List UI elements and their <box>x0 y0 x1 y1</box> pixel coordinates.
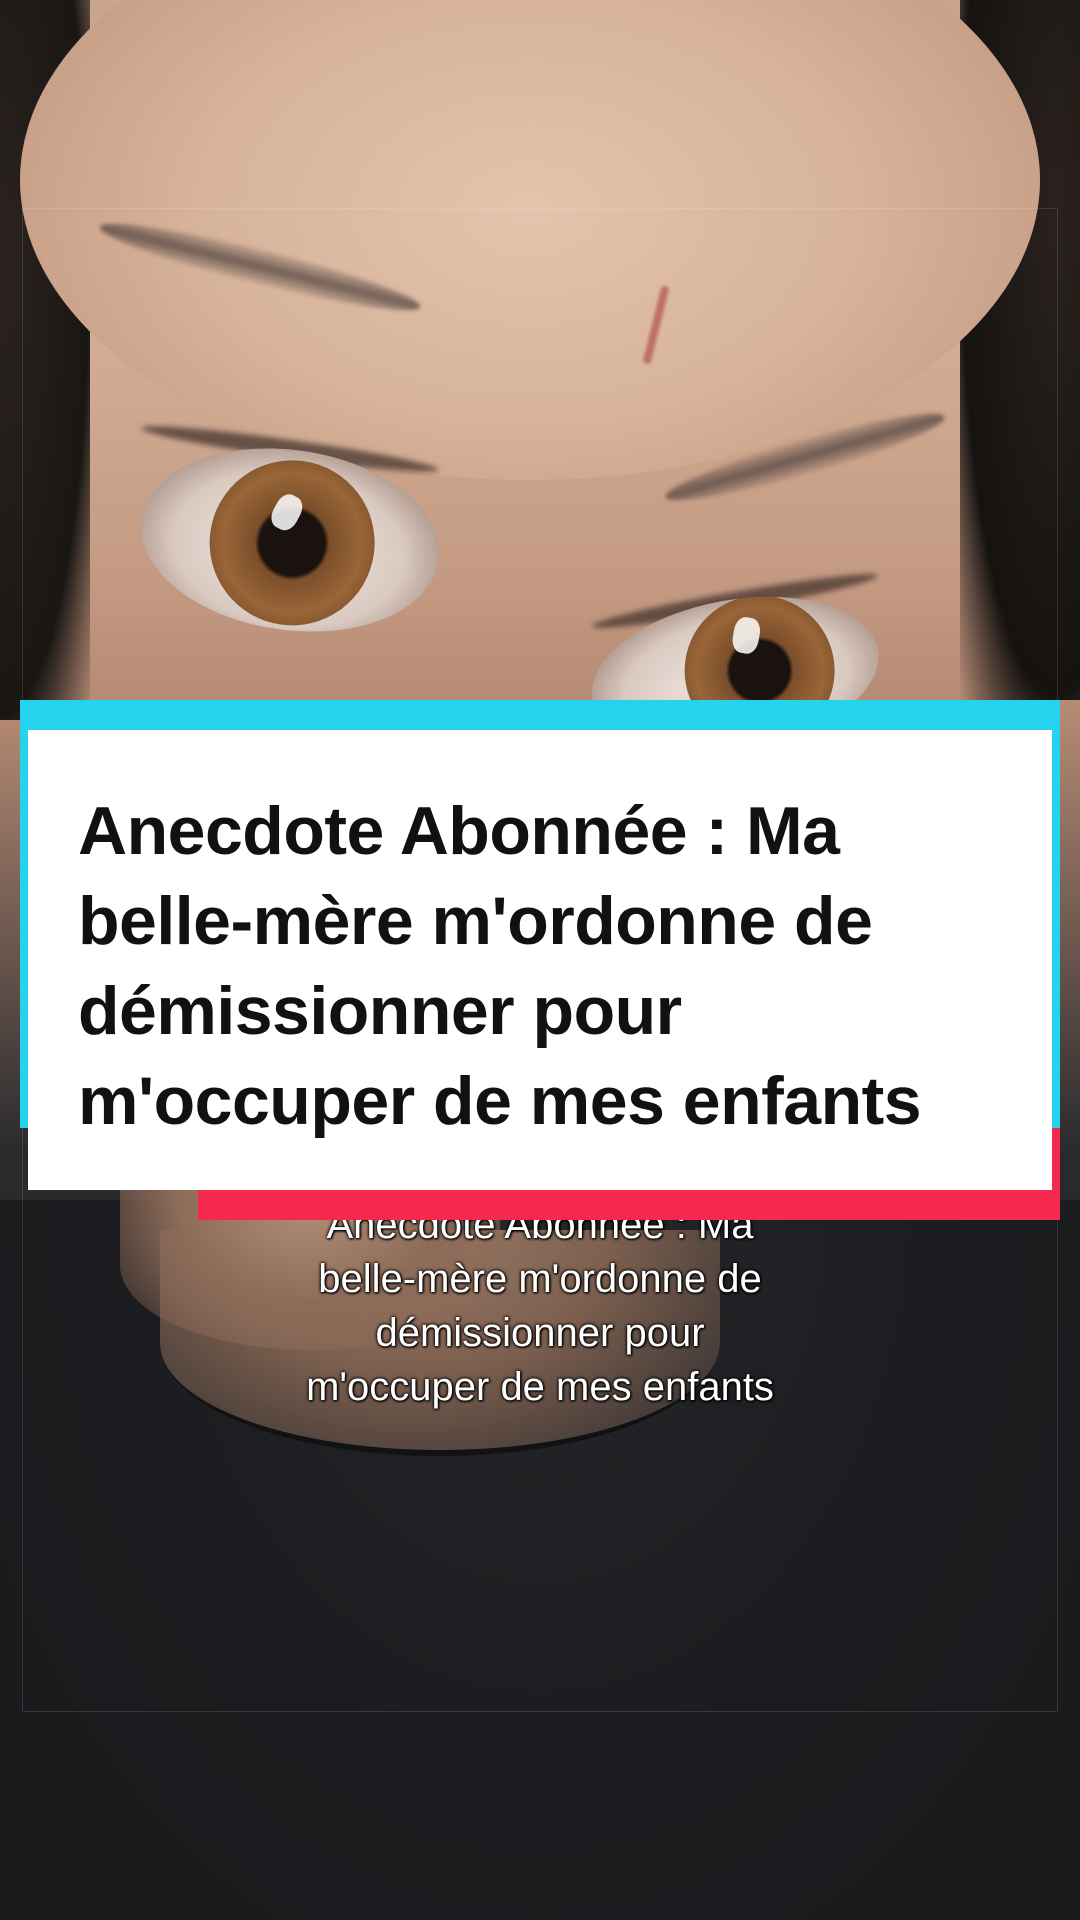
subtitle-line: m'occuper de mes enfants <box>306 1365 774 1409</box>
video-subtitle: Anecdote Abonnée : Ma belle-mère m'ordon… <box>0 1198 1080 1414</box>
title-card: Anecdote Abonnée : Ma belle-mère m'ordon… <box>28 730 1052 1190</box>
subtitle-line: démissionner pour <box>375 1311 705 1355</box>
title-line: m'occuper de mes enfants <box>78 1063 922 1139</box>
title-line: Anecdote Abonnée : Ma <box>78 793 840 869</box>
subtitle-line: belle-mère m'ordonne de <box>318 1257 762 1301</box>
title-line: belle-mère m'ordonne de <box>78 883 873 959</box>
title-card-heading: Anecdote Abonnée : Ma belle-mère m'ordon… <box>78 786 1012 1146</box>
title-line: démissionner pour <box>78 973 682 1049</box>
